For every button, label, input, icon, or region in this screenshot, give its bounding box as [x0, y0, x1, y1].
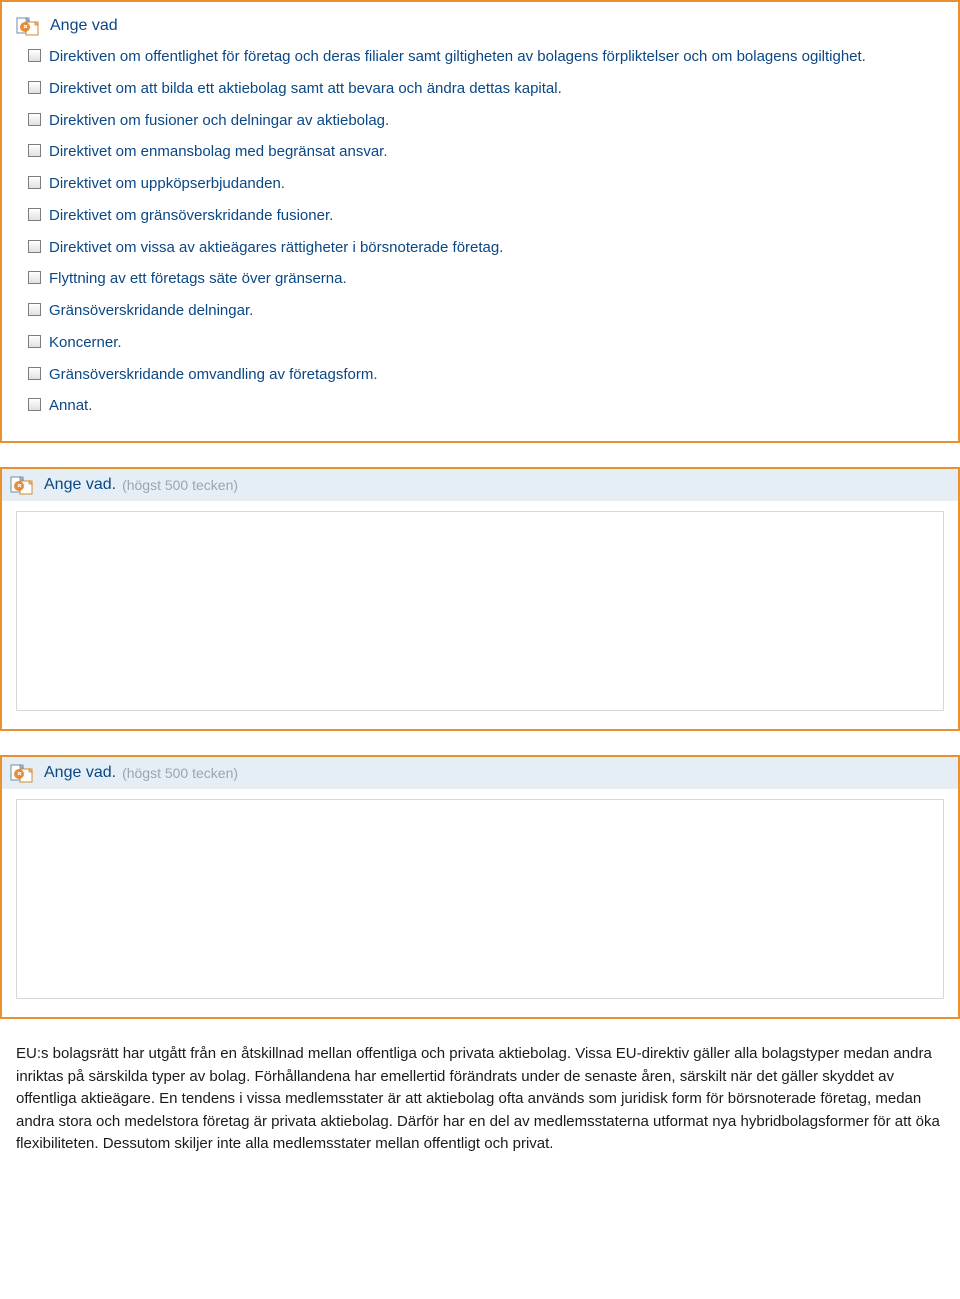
checkbox-label: Direktivet om gränsöverskridande fusione…: [49, 205, 333, 227]
section-title: Ange vad: [50, 17, 118, 35]
checkbox-item: Direktiven om offentlighet för företag o…: [28, 46, 944, 68]
checkbox-label: Annat.: [49, 395, 92, 417]
section-header: Ange vad. (högst 500 tecken): [2, 757, 958, 789]
textarea-section-1: Ange vad. (högst 500 tecken): [0, 467, 960, 731]
section-header: Ange vad. (högst 500 tecken): [2, 469, 958, 501]
checkbox-item: Direktivet om att bilda ett aktiebolag s…: [28, 78, 944, 100]
checkbox[interactable]: [28, 335, 41, 348]
checkbox-label: Direktivet om att bilda ett aktiebolag s…: [49, 78, 562, 100]
checkbox-item: Koncerner.: [28, 332, 944, 354]
checkbox[interactable]: [28, 303, 41, 316]
checkbox[interactable]: [28, 240, 41, 253]
checkbox-label: Direktivet om uppköpserbjudanden.: [49, 173, 285, 195]
document-icon: [10, 475, 38, 495]
checkbox-item: Direktiven om fusioner och delningar av …: [28, 110, 944, 132]
checkbox[interactable]: [28, 144, 41, 157]
textarea-input[interactable]: [16, 799, 944, 999]
checkbox[interactable]: [28, 367, 41, 380]
checkbox[interactable]: [28, 176, 41, 189]
textarea-section-2: Ange vad. (högst 500 tecken): [0, 755, 960, 1019]
document-icon: [10, 763, 38, 783]
section-title: Ange vad.: [44, 476, 116, 494]
checkbox[interactable]: [28, 113, 41, 126]
char-limit-hint: (högst 500 tecken): [122, 765, 238, 781]
checkbox-item: Direktivet om gränsöverskridande fusione…: [28, 205, 944, 227]
document-icon: [16, 16, 44, 36]
checkbox-item: Gränsöverskridande delningar.: [28, 300, 944, 322]
checkbox-label: Direktivet om enmansbolag med begränsat …: [49, 141, 388, 163]
checkbox[interactable]: [28, 208, 41, 221]
checkbox-label: Gränsöverskridande delningar.: [49, 300, 253, 322]
checkbox-section: Ange vad Direktiven om offentlighet för …: [0, 0, 960, 443]
body-paragraph: EU:s bolagsrätt har utgått från en åtski…: [0, 1043, 960, 1168]
checkbox[interactable]: [28, 271, 41, 284]
textarea-input[interactable]: [16, 511, 944, 711]
checkbox[interactable]: [28, 398, 41, 411]
section-title: Ange vad.: [44, 764, 116, 782]
checkbox-item: Flyttning av ett företags säte över grän…: [28, 268, 944, 290]
section-header: Ange vad: [16, 16, 944, 36]
char-limit-hint: (högst 500 tecken): [122, 477, 238, 493]
checkbox[interactable]: [28, 49, 41, 62]
checkbox-label: Flyttning av ett företags säte över grän…: [49, 268, 347, 290]
checkbox-label: Direktiven om offentlighet för företag o…: [49, 46, 866, 68]
checkbox-label: Koncerner.: [49, 332, 122, 354]
checkbox-label: Direktiven om fusioner och delningar av …: [49, 110, 389, 132]
checkbox-item: Direktivet om vissa av aktieägares rätti…: [28, 237, 944, 259]
checkbox[interactable]: [28, 81, 41, 94]
checkbox-item: Direktivet om uppköpserbjudanden.: [28, 173, 944, 195]
checkbox-label: Direktivet om vissa av aktieägares rätti…: [49, 237, 503, 259]
checkbox-item: Annat.: [28, 395, 944, 417]
checkbox-label: Gränsöverskridande omvandling av företag…: [49, 364, 378, 386]
checkbox-item: Gränsöverskridande omvandling av företag…: [28, 364, 944, 386]
checkbox-item: Direktivet om enmansbolag med begränsat …: [28, 141, 944, 163]
